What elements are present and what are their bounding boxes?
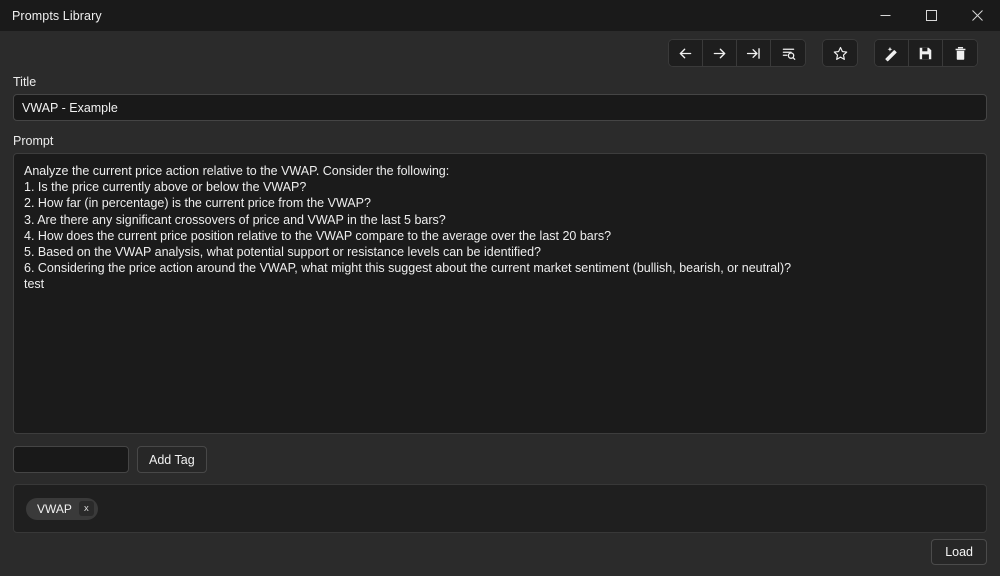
magic-wand-icon xyxy=(883,45,900,62)
maximize-icon xyxy=(926,10,937,21)
title-input[interactable] xyxy=(13,94,987,121)
trash-icon xyxy=(952,45,969,62)
prompt-line: 6. Considering the price action around t… xyxy=(24,260,977,276)
maximize-button[interactable] xyxy=(908,0,954,31)
filter-search-icon xyxy=(780,45,797,62)
minimize-button[interactable] xyxy=(862,0,908,31)
last-button[interactable] xyxy=(737,40,771,66)
close-icon xyxy=(972,10,983,21)
arrow-to-end-icon xyxy=(745,45,762,62)
footer-bar: Load xyxy=(13,533,987,576)
prompt-field-label: Prompt xyxy=(13,134,987,148)
load-button[interactable]: Load xyxy=(931,539,987,565)
save-button[interactable] xyxy=(909,40,943,66)
minimize-icon xyxy=(880,10,891,21)
prompts-library-window: Prompts Library xyxy=(0,0,1000,576)
tag-entry-row: Add Tag xyxy=(13,446,987,473)
toolbar-group-favorite xyxy=(822,39,858,67)
add-tag-button[interactable]: Add Tag xyxy=(137,446,207,473)
prompt-line: 4. How does the current price position r… xyxy=(24,228,977,244)
star-icon xyxy=(832,45,849,62)
next-button[interactable] xyxy=(703,40,737,66)
prompt-line: 5. Based on the VWAP analysis, what pote… xyxy=(24,244,977,260)
spacer-title-prompt xyxy=(13,121,987,134)
delete-button[interactable] xyxy=(943,40,977,66)
title-field-label: Title xyxy=(13,75,987,89)
toolbar-group-actions xyxy=(874,39,978,67)
window-title: Prompts Library xyxy=(0,9,102,23)
prompt-line: 1. Is the price currently above or below… xyxy=(24,179,977,195)
main-content: Title Prompt Analyze the current price a… xyxy=(0,75,1000,576)
previous-button[interactable] xyxy=(669,40,703,66)
prompt-line: test xyxy=(24,276,977,292)
search-button[interactable] xyxy=(771,40,805,66)
prompt-line: 2. How far (in percentage) is the curren… xyxy=(24,195,977,211)
arrow-left-icon xyxy=(677,45,694,62)
toolbar-group-navigation xyxy=(668,39,806,67)
tag-remove-icon[interactable]: x xyxy=(79,501,94,516)
edit-button[interactable] xyxy=(875,40,909,66)
prompt-textarea[interactable]: Analyze the current price action relativ… xyxy=(13,153,987,434)
prompt-line: 3. Are there any significant crossovers … xyxy=(24,212,977,228)
tag-input[interactable] xyxy=(13,446,129,473)
tag-chip-label: VWAP xyxy=(37,502,72,516)
close-button[interactable] xyxy=(954,0,1000,31)
favorite-button[interactable] xyxy=(823,40,857,66)
toolbar xyxy=(0,31,1000,75)
save-disk-icon xyxy=(917,45,934,62)
title-bar: Prompts Library xyxy=(0,0,1000,31)
arrow-right-icon xyxy=(711,45,728,62)
tags-panel: VWAP x xyxy=(13,484,987,533)
tag-chip[interactable]: VWAP x xyxy=(26,498,98,520)
window-controls xyxy=(862,0,1000,31)
prompt-line: Analyze the current price action relativ… xyxy=(24,163,977,179)
